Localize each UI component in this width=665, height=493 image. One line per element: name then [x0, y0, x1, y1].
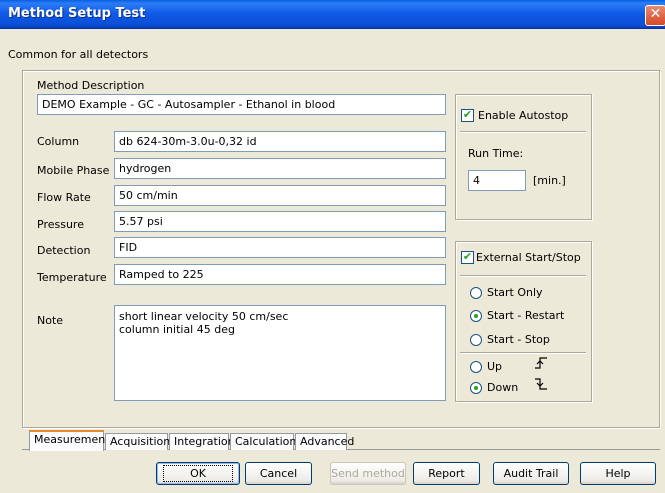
tab-calculation[interactable]: Calculation [230, 433, 296, 450]
note-label: Note [37, 314, 64, 327]
external-start-stop-label[interactable]: External Start/Stop [476, 251, 581, 264]
radio-down[interactable] [470, 382, 482, 394]
tab-measurement[interactable]: Measurement [29, 430, 110, 451]
common-label: Common for all detectors [8, 48, 149, 61]
external-separator-2 [460, 352, 586, 354]
send-method-button[interactable]: Send method [330, 462, 406, 485]
pressure-label: Pressure [37, 218, 84, 231]
close-button[interactable]: ✕ [645, 5, 665, 26]
method-description-label: Method Description [37, 79, 145, 92]
close-icon: ✕ [649, 6, 662, 22]
note-textarea[interactable]: short linear velocity 50 cm/sec column i… [114, 305, 446, 401]
run-time-input[interactable]: 4 [468, 170, 526, 191]
enable-autostop-checkbox[interactable]: ✔ [461, 109, 474, 122]
help-button[interactable]: Help [580, 462, 656, 485]
window-title: Method Setup Test [8, 6, 146, 21]
run-time-label: Run Time: [468, 147, 524, 160]
column-label: Column [37, 135, 80, 148]
pressure-input[interactable]: 5.57 psi [114, 211, 446, 232]
tab-advanced[interactable]: Advanced [295, 433, 354, 450]
radio-up[interactable] [470, 361, 482, 373]
method-description-input[interactable]: DEMO Example - GC - Autosampler - Ethano… [37, 94, 446, 115]
ok-button[interactable]: OK [156, 462, 240, 485]
tab-acquisition[interactable]: Acquisition [105, 433, 170, 450]
rising-edge-icon [535, 357, 547, 369]
radio-start-stop-label[interactable]: Start - Stop [487, 333, 550, 346]
flow-rate-input[interactable]: 50 cm/min [114, 185, 446, 206]
enable-autostop-label[interactable]: Enable Autostop [478, 109, 568, 122]
radio-start-only-label[interactable]: Start Only [487, 286, 543, 299]
mobile-phase-label: Mobile Phase [37, 164, 110, 177]
radio-start-only[interactable] [470, 287, 482, 299]
falling-edge-icon [535, 378, 547, 390]
detection-input[interactable]: FID [114, 237, 446, 258]
radio-up-label[interactable]: Up [487, 360, 502, 373]
report-button[interactable]: Report [413, 462, 480, 485]
radio-start-restart-label[interactable]: Start - Restart [487, 309, 564, 322]
external-start-stop-checkbox[interactable]: ✔ [461, 251, 474, 264]
cancel-button[interactable]: Cancel [245, 462, 312, 485]
temperature-input[interactable]: Ramped to 225 [114, 264, 446, 285]
radio-start-restart[interactable] [470, 310, 482, 322]
audit-trail-button[interactable]: Audit Trail [493, 462, 569, 485]
ok-button-label: OK [163, 465, 233, 482]
temperature-label: Temperature [37, 271, 107, 284]
autostop-separator [460, 131, 586, 133]
run-time-unit: [min.] [533, 174, 566, 187]
external-separator-1 [460, 275, 586, 277]
tab-integration[interactable]: Integration [169, 433, 235, 450]
detection-label: Detection [37, 244, 91, 257]
mobile-phase-input[interactable]: hydrogen [114, 158, 446, 179]
column-input[interactable]: db 624-30m-3.0u-0,32 id [114, 131, 446, 152]
radio-down-label[interactable]: Down [487, 381, 518, 394]
flow-rate-label: Flow Rate [37, 191, 91, 204]
radio-start-stop[interactable] [470, 334, 482, 346]
